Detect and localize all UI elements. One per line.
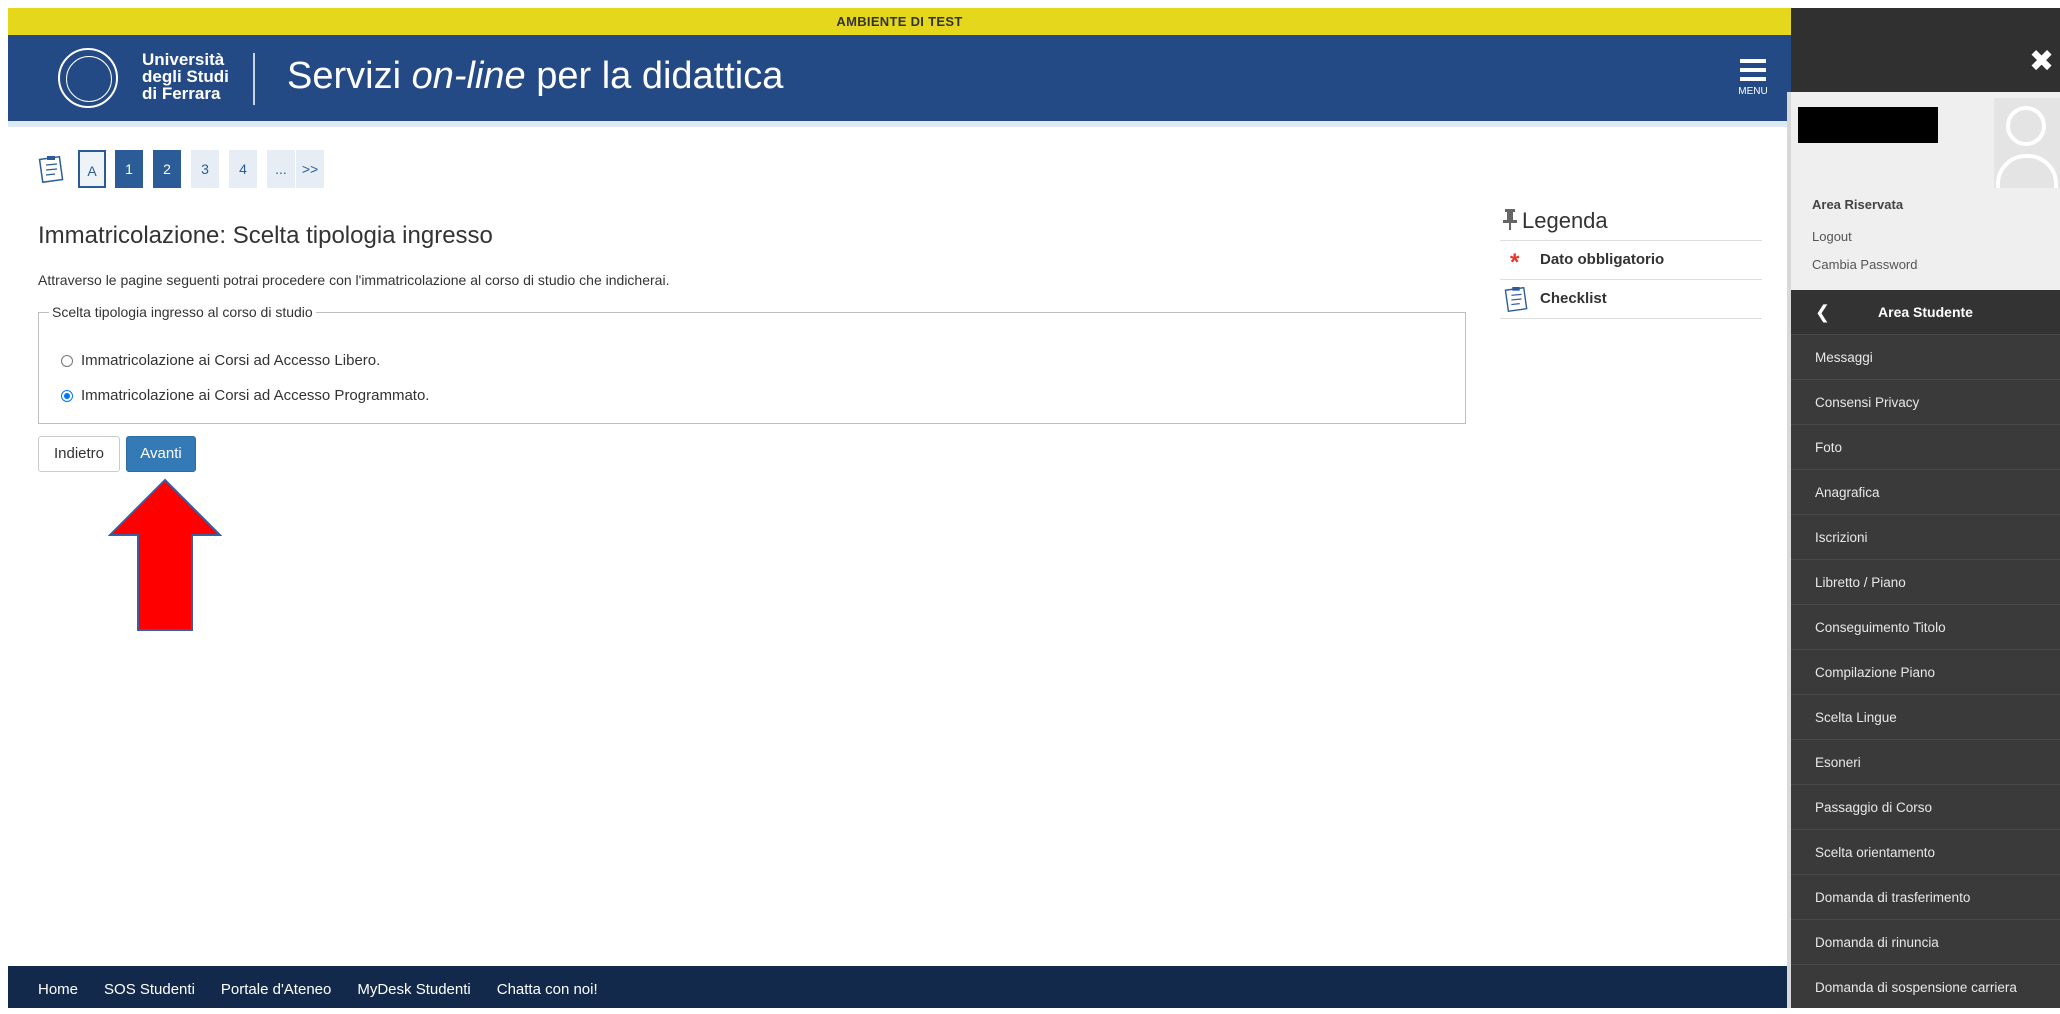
page-gutter	[0, 0, 8, 1008]
site-header: Università degli Studi di Ferrara Serviz…	[8, 35, 1791, 121]
chevron-left-icon[interactable]: ❮	[1815, 290, 1830, 334]
university-logo-text[interactable]: Università degli Studi di Ferrara	[142, 51, 229, 102]
menu-item-conseguimento-titolo[interactable]: Conseguimento Titolo	[1791, 604, 2060, 649]
header-divider	[253, 53, 255, 105]
student-area-header[interactable]: ❮ Area Studente	[1791, 290, 2060, 334]
checklist-icon[interactable]	[38, 155, 64, 183]
entry-type-fieldset: Scelta tipologia ingresso al corso di st…	[38, 304, 1466, 424]
option-label: Immatricolazione ai Corsi ad Accesso Lib…	[81, 352, 381, 369]
menu-button[interactable]: MENU	[1728, 59, 1778, 105]
menu-item-sospensione-carriera[interactable]: Domanda di sospensione carriera	[1791, 964, 2060, 1009]
menu-item-trasferimento[interactable]: Domanda di trasferimento	[1791, 874, 2060, 919]
reserved-area-label: Area Riservata	[1812, 197, 1904, 212]
step-next[interactable]: >>	[296, 150, 324, 188]
option-programmed-access[interactable]: Immatricolazione ai Corsi ad Accesso Pro…	[61, 387, 429, 404]
close-icon[interactable]: ✖	[2029, 44, 2054, 79]
legend-title: Legenda	[1500, 204, 1762, 241]
footer-links: Home SOS Studenti Portale d'Ateneo MyDesk S…	[38, 966, 624, 1014]
step-more[interactable]: ...	[267, 150, 295, 188]
footer-link-chat[interactable]: Chatta con noi!	[497, 981, 598, 998]
menu-item-libretto[interactable]: Libretto / Piano	[1791, 559, 2060, 604]
user-area: Area Riservata Logout Cambia Password	[1791, 92, 2060, 290]
menu-item-messaggi[interactable]: Messaggi	[1791, 334, 2060, 379]
radio-free-access[interactable]	[61, 354, 73, 367]
menu-item-consensi-privacy[interactable]: Consensi Privacy	[1791, 379, 2060, 424]
logo-line: Università	[142, 50, 225, 69]
side-menu-panel: ✖ Area Riservata Logout Cambia Password …	[1791, 0, 2060, 1008]
menu-item-esoneri[interactable]: Esoneri	[1791, 739, 2060, 784]
menu-label: MENU	[1738, 86, 1768, 97]
step-2[interactable]: 2	[153, 150, 181, 188]
menu-item-anagrafica[interactable]: Anagrafica	[1791, 469, 2060, 514]
footer-link-home[interactable]: Home	[38, 981, 78, 998]
next-button[interactable]: Avanti	[126, 436, 196, 472]
menu-item-compilazione-piano[interactable]: Compilazione Piano	[1791, 649, 2060, 694]
step-3[interactable]: 3	[191, 150, 219, 188]
intro-text: Attraverso le pagine seguenti potrai pro…	[38, 272, 670, 288]
test-environment-banner: AMBIENTE DI TEST	[8, 8, 1791, 35]
page-title: Immatricolazione: Scelta tipologia ingre…	[38, 222, 493, 249]
student-area-menu: ❮ Area Studente Messaggi Consensi Privac…	[1791, 290, 2060, 1008]
menu-item-rinuncia[interactable]: Domanda di rinuncia	[1791, 919, 2060, 964]
change-password-link[interactable]: Cambia Password	[1812, 257, 1918, 272]
menu-item-iscrizioni[interactable]: Iscrizioni	[1791, 514, 2060, 559]
option-free-access[interactable]: Immatricolazione ai Corsi ad Accesso Lib…	[61, 352, 380, 369]
footer-link-sos[interactable]: SOS Studenti	[104, 981, 195, 998]
step-4[interactable]: 4	[229, 150, 257, 188]
back-button[interactable]: Indietro	[38, 436, 120, 472]
site-footer: Home SOS Studenti Portale d'Ateneo MyDesk S…	[8, 966, 1791, 1008]
asterisk-icon: *	[1510, 249, 1520, 276]
step-a[interactable]: A	[78, 150, 106, 188]
site-title: Servizi on-line per la didattica	[287, 55, 784, 97]
footer-link-mydesk[interactable]: MyDesk Studenti	[357, 981, 470, 998]
logo-line: degli Studi	[142, 67, 229, 86]
redacted-user-name	[1798, 107, 1938, 143]
university-seal-icon[interactable]	[58, 48, 118, 108]
radio-programmed-access[interactable]	[61, 389, 73, 402]
avatar	[1994, 98, 2060, 188]
fieldset-legend: Scelta tipologia ingresso al corso di st…	[52, 304, 313, 320]
legend-checklist: Checklist	[1500, 280, 1762, 319]
pin-icon	[1503, 209, 1517, 230]
step-1[interactable]: 1	[115, 150, 143, 188]
footer-link-portal[interactable]: Portale d'Ateneo	[221, 981, 331, 998]
menu-item-passaggio-corso[interactable]: Passaggio di Corso	[1791, 784, 2060, 829]
menu-item-scelta-lingue[interactable]: Scelta Lingue	[1791, 694, 2060, 739]
menu-item-foto[interactable]: Foto	[1791, 424, 2060, 469]
menu-item-scelta-orientamento[interactable]: Scelta orientamento	[1791, 829, 2060, 874]
red-arrow-annotation	[108, 478, 222, 631]
hamburger-icon	[1740, 59, 1766, 63]
side-panel-top: ✖	[1791, 8, 2060, 92]
header-underline	[8, 121, 1791, 127]
checklist-icon	[1504, 286, 1528, 312]
legend-panel: Legenda * Dato obbligatorio Checklist	[1500, 204, 1762, 319]
logo-line: di Ferrara	[142, 84, 221, 103]
legend-required: * Dato obbligatorio	[1500, 241, 1762, 280]
option-label: Immatricolazione ai Corsi ad Accesso Pro…	[81, 387, 430, 404]
logout-link[interactable]: Logout	[1812, 229, 1852, 244]
